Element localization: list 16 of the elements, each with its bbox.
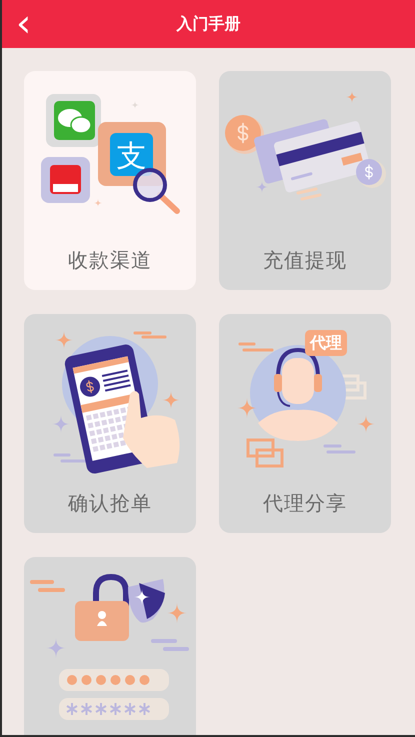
guide-card[interactable]: 充值提现	[219, 71, 391, 290]
back-button[interactable]: ‹	[8, 4, 40, 42]
guide-card[interactable]: 代理 代理分享	[219, 314, 391, 533]
dollar-icon	[86, 380, 94, 394]
dollar-icon	[365, 164, 373, 180]
card-label: 收款渠道	[68, 247, 152, 274]
guide-card[interactable]: 支 收款渠道	[24, 71, 196, 290]
payment-apps-drawing: 支	[41, 94, 180, 214]
guide-card[interactable]: 确认抢单	[24, 314, 196, 533]
card-label: 充值提现	[263, 247, 347, 274]
agent-tag: 代理	[305, 330, 347, 356]
guide-card[interactable]	[24, 557, 196, 735]
dollar-icon	[238, 122, 248, 144]
card-label: 代理分享	[263, 490, 347, 517]
card-label: 确认抢单	[68, 490, 152, 517]
page-title: 入门手册	[176, 14, 240, 34]
